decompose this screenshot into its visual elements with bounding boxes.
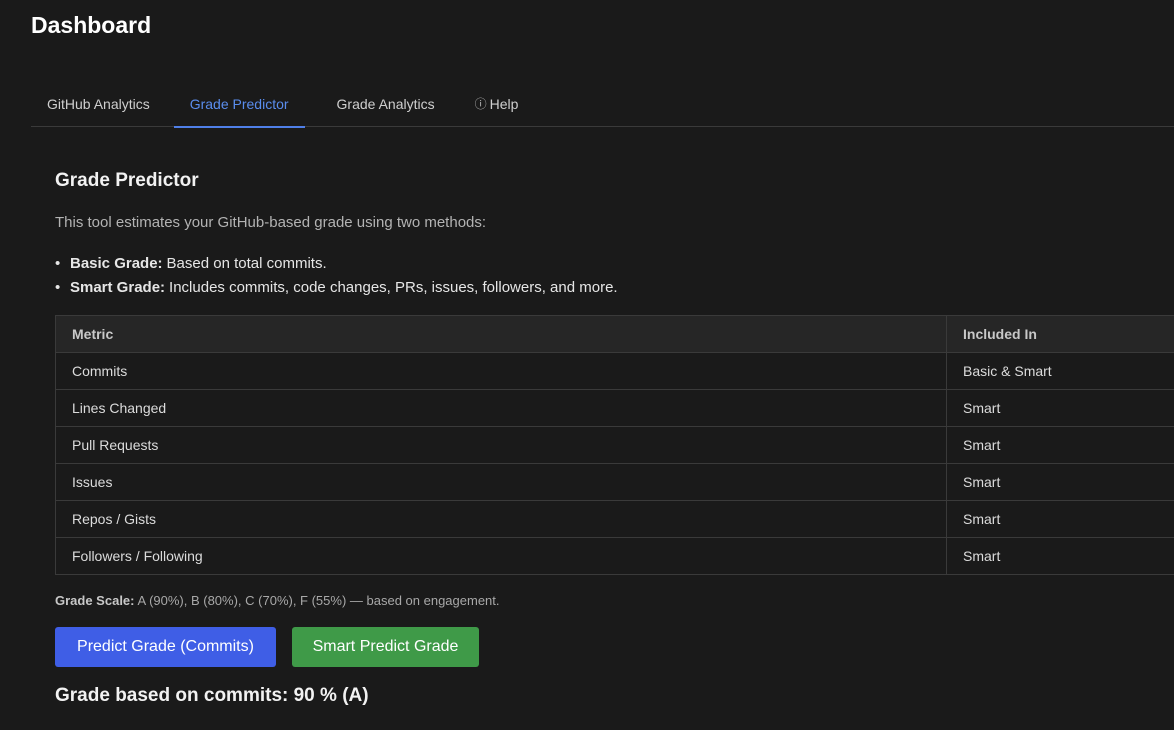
tab-grade-analytics[interactable]: Grade Analytics bbox=[321, 80, 451, 127]
list-item-smart-grade: • Smart Grade: Includes commits, code ch… bbox=[55, 278, 618, 302]
bullet-icon: • bbox=[55, 279, 61, 296]
grade-scale-note: Grade Scale: A (90%), B (80%), C (70%), F… bbox=[55, 593, 500, 608]
tab-grade-predictor[interactable]: Grade Predictor bbox=[173, 80, 305, 128]
metric-cell: Commits bbox=[55, 352, 947, 390]
method-name: Smart Grade: bbox=[70, 279, 166, 296]
bullet-icon: • bbox=[55, 255, 61, 272]
predict-grade-commits-button[interactable]: Predict Grade (Commits) bbox=[55, 627, 276, 667]
included-in-cell: Smart bbox=[946, 463, 1174, 501]
tab-help[interactable]: ⓘ Help bbox=[459, 80, 535, 127]
metrics-table: Metric Included In Commits Basic & Smart… bbox=[55, 315, 1174, 575]
smart-predict-grade-button[interactable]: Smart Predict Grade bbox=[292, 627, 479, 667]
method-text: Based on total commits. bbox=[166, 255, 327, 272]
metric-cell: Followers / Following bbox=[55, 537, 947, 575]
included-in-cell: Basic & Smart bbox=[946, 352, 1174, 390]
tab-label: Grade Predictor bbox=[189, 95, 289, 112]
section-title: Grade Predictor bbox=[55, 170, 199, 191]
tab-label: Grade Analytics bbox=[336, 95, 435, 112]
column-header-metric: Metric bbox=[55, 315, 947, 353]
grading-methods-list: • Basic Grade: Based on total commits. •… bbox=[55, 254, 618, 302]
method-name: Basic Grade: bbox=[70, 255, 163, 272]
grade-scale-text: A (90%), B (80%), C (70%), F (55%) — bas… bbox=[137, 593, 500, 608]
table-row: Issues Smart bbox=[55, 463, 1174, 501]
metric-cell: Issues bbox=[55, 463, 947, 501]
tool-description: This tool estimates your GitHub-based gr… bbox=[55, 214, 487, 231]
included-in-cell: Smart bbox=[946, 389, 1174, 427]
grade-result: Grade based on commits: 90 % (A) bbox=[55, 685, 369, 706]
table-row: Repos / Gists Smart bbox=[55, 500, 1174, 538]
included-in-cell: Smart bbox=[946, 500, 1174, 538]
table-row: Pull Requests Smart bbox=[55, 426, 1174, 464]
tab-github-analytics[interactable]: GitHub Analytics bbox=[31, 80, 166, 127]
dashboard-page: Dashboard GitHub Analytics Grade Predict… bbox=[0, 0, 1174, 730]
info-circle-icon: ⓘ bbox=[474, 97, 487, 111]
metric-cell: Repos / Gists bbox=[55, 500, 947, 538]
method-text: Includes commits, code changes, PRs, iss… bbox=[169, 279, 618, 296]
grade-scale-label: Grade Scale: bbox=[55, 593, 135, 608]
list-item-basic-grade: • Basic Grade: Based on total commits. bbox=[55, 254, 618, 278]
included-in-cell: Smart bbox=[946, 537, 1174, 575]
table-row: Commits Basic & Smart bbox=[55, 352, 1174, 390]
tab-label: Help bbox=[489, 95, 519, 112]
page-title: Dashboard bbox=[31, 12, 152, 38]
column-header-included-in: Included In bbox=[946, 315, 1174, 353]
included-in-cell: Smart bbox=[946, 426, 1174, 464]
metric-cell: Lines Changed bbox=[55, 389, 947, 427]
table-row: Followers / Following Smart bbox=[55, 537, 1174, 575]
tab-bar: GitHub Analytics Grade Predictor Grade A… bbox=[31, 80, 1174, 128]
metric-cell: Pull Requests bbox=[55, 426, 947, 464]
table-header-row: Metric Included In bbox=[55, 315, 1174, 353]
table-row: Lines Changed Smart bbox=[55, 389, 1174, 427]
tab-label: GitHub Analytics bbox=[47, 95, 150, 112]
